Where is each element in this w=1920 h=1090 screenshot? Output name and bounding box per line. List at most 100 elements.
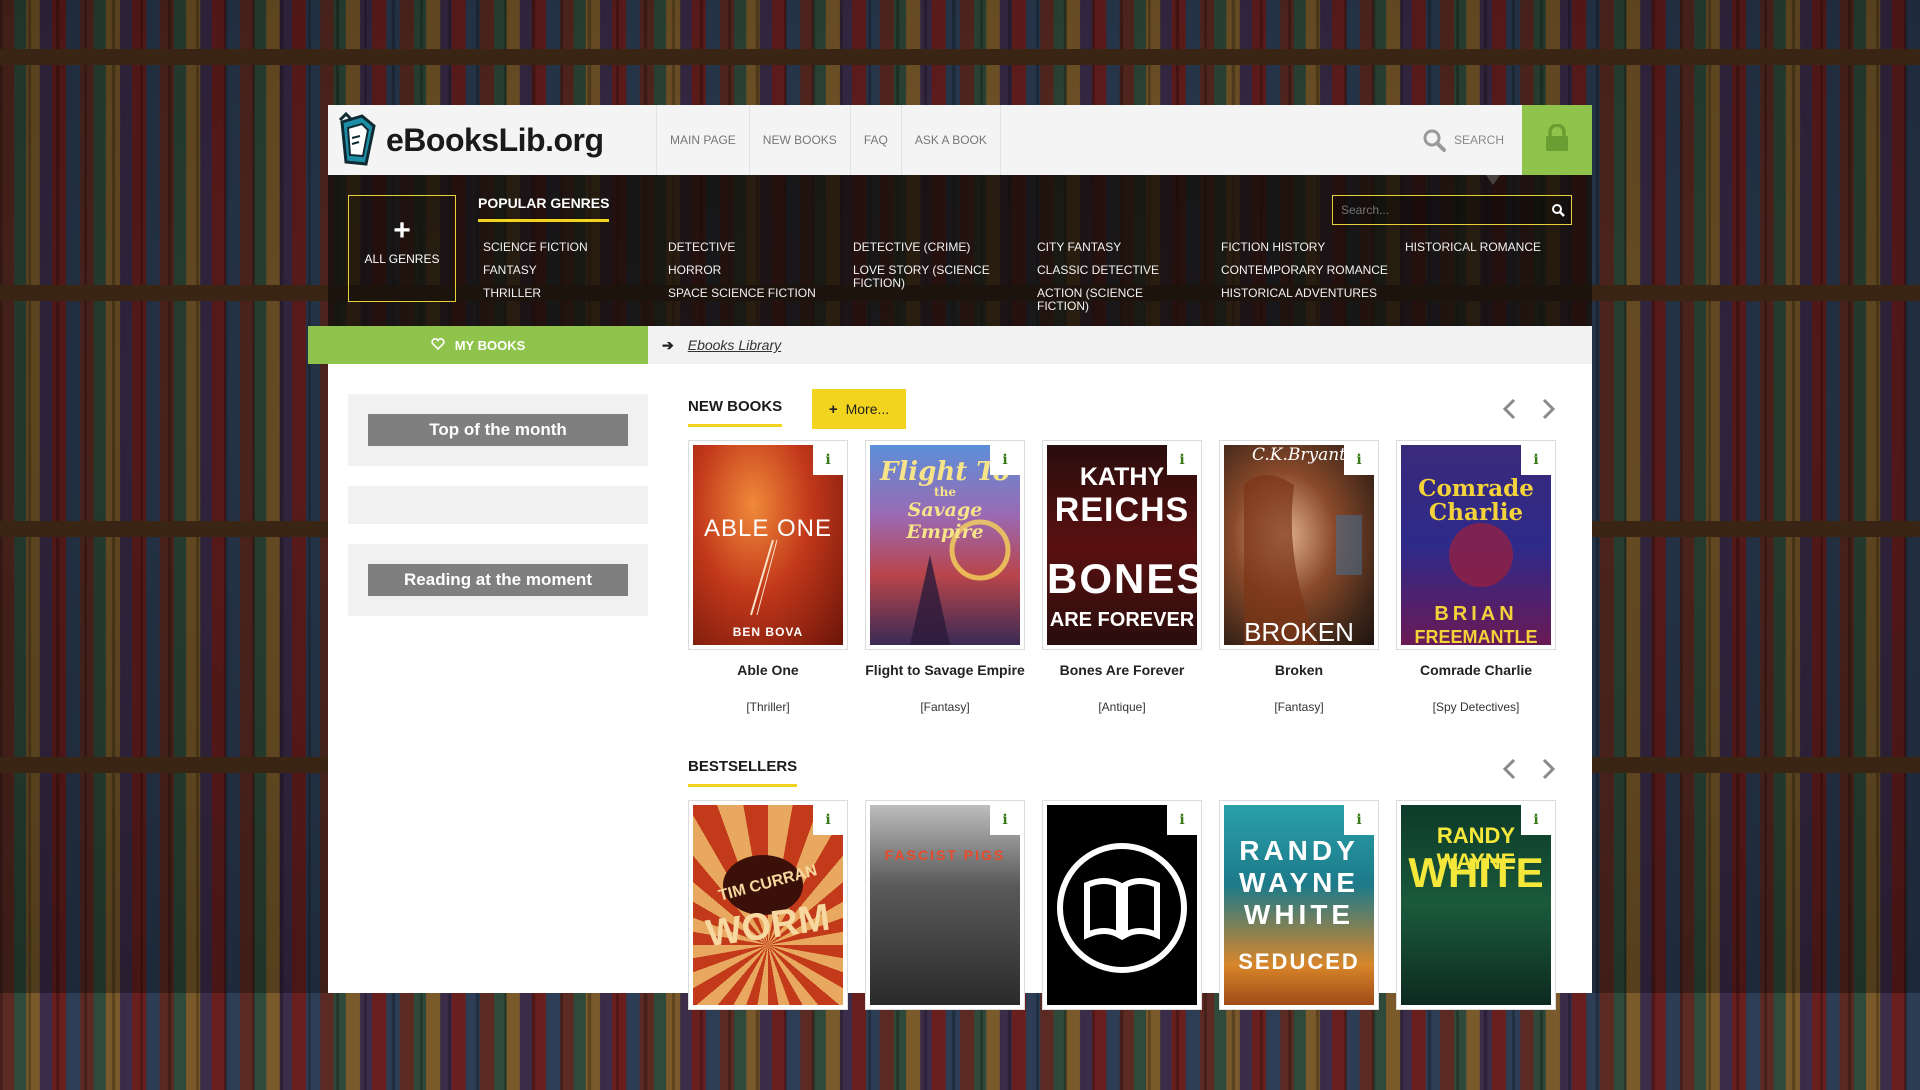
search-submit-icon[interactable] xyxy=(1551,203,1565,217)
genre-link[interactable]: HISTORICAL ROMANCE xyxy=(1405,241,1555,254)
book-title[interactable]: Broken xyxy=(1219,662,1379,678)
book-cover[interactable]: Comrade Charlie BRIAN FREEMANTLE xyxy=(1401,445,1551,645)
genre-link[interactable]: DETECTIVE (CRIME) xyxy=(853,241,988,254)
bestsellers-list: TIM CURRAN WORM i FASCIST PIGS i i RANDY… xyxy=(688,800,1560,1090)
site-container: eBooksLib.org MAIN PAGE NEW BOOKS FAQ AS… xyxy=(308,105,1592,1010)
book-cover[interactable]: C.K.Bryant BROKEN xyxy=(1224,445,1374,645)
nav-ask-a-book[interactable]: ASK A BOOK xyxy=(902,105,1001,175)
book-title[interactable]: Able One xyxy=(688,662,848,678)
chevron-right-icon[interactable] xyxy=(1540,758,1558,780)
genre-link[interactable]: CONTEMPORARY ROMANCE xyxy=(1221,264,1391,277)
genre-link[interactable]: HISTORICAL ADVENTURES xyxy=(1221,287,1391,300)
genre-link[interactable]: SCIENCE FICTION xyxy=(483,241,618,254)
genre-link[interactable]: CITY FANTASY xyxy=(1037,241,1172,254)
cover-title: BROKEN xyxy=(1244,617,1354,645)
search-toggle[interactable]: SEARCH xyxy=(1422,105,1504,175)
book-cover[interactable]: RANDY WAYNE WHITE xyxy=(1401,805,1551,1005)
book-title[interactable]: Comrade Charlie xyxy=(1396,662,1556,678)
book-card[interactable]: Flight To the Savage Empire i Flight to … xyxy=(865,440,1025,714)
book-cover[interactable]: FASCIST PIGS xyxy=(870,805,1020,1005)
login-button[interactable] xyxy=(1522,105,1592,175)
info-icon[interactable]: i xyxy=(1344,805,1374,835)
book-card[interactable]: ABLE ONE BEN BOVA i Able One [Thriller] xyxy=(688,440,848,714)
genre-link[interactable]: SPACE SCIENCE FICTION xyxy=(668,287,828,300)
book-cover[interactable]: RANDY WAYNE WHITE SEDUCED xyxy=(1224,805,1374,1005)
cover-title: Charlie xyxy=(1428,499,1524,526)
breadcrumb: ➔ Ebooks Library xyxy=(648,326,1592,364)
book-genre[interactable]: [Antique] xyxy=(1042,700,1202,714)
plus-icon: + xyxy=(393,214,411,247)
book-cover[interactable] xyxy=(1047,805,1197,1005)
nav-new-books[interactable]: NEW BOOKS xyxy=(750,105,851,175)
genre-link[interactable]: LOVE STORY (SCIENCE FICTION) xyxy=(853,264,993,290)
lock-icon xyxy=(1544,122,1570,157)
book-card[interactable]: FASCIST PIGS i xyxy=(865,800,1025,1010)
new-books-title: NEW BOOKS xyxy=(688,398,783,427)
chevron-right-icon[interactable] xyxy=(1540,398,1558,420)
main-column: NEW BOOKS + More... ABLE ONE BEN BOVA i … xyxy=(688,389,1560,1090)
book-genre[interactable]: [Fantasy] xyxy=(865,700,1025,714)
info-icon[interactable]: i xyxy=(813,805,843,835)
search-input[interactable] xyxy=(1333,196,1549,224)
nav-faq[interactable]: FAQ xyxy=(851,105,902,175)
book-genre[interactable]: [Spy Detectives] xyxy=(1396,700,1556,714)
all-genres-button[interactable]: + ALL GENRES xyxy=(348,195,456,302)
bestsellers-header: BESTSELLERS xyxy=(688,754,1560,787)
site-logo[interactable]: eBooksLib.org xyxy=(336,111,604,169)
book-cover[interactable]: Flight To the Savage Empire xyxy=(870,445,1020,645)
genre-link[interactable]: CLASSIC DETECTIVE xyxy=(1037,264,1172,277)
book-genre[interactable]: [Fantasy] xyxy=(1219,700,1379,714)
book-title[interactable]: Flight to Savage Empire xyxy=(865,662,1025,678)
more-button[interactable]: + More... xyxy=(812,389,906,429)
sidebar: Top of the month Reading at the moment xyxy=(348,394,648,616)
book-card[interactable]: i xyxy=(1042,800,1202,1010)
main-nav: MAIN PAGE NEW BOOKS FAQ ASK A BOOK xyxy=(656,105,1001,175)
more-label: More... xyxy=(845,401,890,417)
genre-link[interactable]: FICTION HISTORY xyxy=(1221,241,1356,254)
nav-main-page[interactable]: MAIN PAGE xyxy=(656,105,750,175)
genre-link[interactable]: THRILLER xyxy=(483,287,618,300)
info-icon[interactable]: i xyxy=(1167,445,1197,475)
book-card[interactable]: Comrade Charlie BRIAN FREEMANTLE i Comra… xyxy=(1396,440,1556,714)
book-cover[interactable]: TIM CURRAN WORM xyxy=(693,805,843,1005)
book-cover[interactable]: KATHY REICHS BONES ARE FOREVER xyxy=(1047,445,1197,645)
info-icon[interactable]: i xyxy=(813,445,843,475)
info-icon[interactable]: i xyxy=(1521,445,1551,475)
book-cover-frame: TIM CURRAN WORM i xyxy=(688,800,848,1010)
book-cover[interactable]: ABLE ONE BEN BOVA xyxy=(693,445,843,645)
sidebar-empty-block xyxy=(348,486,648,524)
info-icon[interactable]: i xyxy=(1521,805,1551,835)
book-card[interactable]: TIM CURRAN WORM i xyxy=(688,800,848,1010)
book-cover-frame: RANDY WAYNE WHITE i xyxy=(1396,800,1556,1010)
info-icon[interactable]: i xyxy=(1167,805,1197,835)
genre-link[interactable]: FANTASY xyxy=(483,264,618,277)
genre-link[interactable]: DETECTIVE xyxy=(668,241,803,254)
book-card[interactable]: RANDY WAYNE WHITE SEDUCED i xyxy=(1219,800,1379,1010)
breadcrumb-link[interactable]: Ebooks Library xyxy=(688,337,781,353)
book-card[interactable]: KATHY REICHS BONES ARE FOREVER i Bones A… xyxy=(1042,440,1202,714)
header-bar: eBooksLib.org MAIN PAGE NEW BOOKS FAQ AS… xyxy=(328,105,1592,175)
book-title[interactable]: Bones Are Forever xyxy=(1042,662,1202,678)
top-month-heading: Top of the month xyxy=(368,414,628,446)
book-card[interactable]: RANDY WAYNE WHITE i xyxy=(1396,800,1556,1010)
cover-author: REICHS xyxy=(1054,491,1190,529)
book-cover-frame: KATHY REICHS BONES ARE FOREVER i xyxy=(1042,440,1202,650)
genre-link[interactable]: ACTION (SCIENCE FICTION) xyxy=(1037,287,1197,313)
search-box xyxy=(1332,195,1572,225)
cover-title: Comrade xyxy=(1418,475,1534,502)
cover-title: the xyxy=(934,485,956,499)
my-books-button[interactable]: MY BOOKS xyxy=(308,326,648,364)
info-icon[interactable]: i xyxy=(1344,445,1374,475)
book-cover-frame: RANDY WAYNE WHITE SEDUCED i xyxy=(1219,800,1379,1010)
chevron-left-icon[interactable] xyxy=(1500,758,1518,780)
info-icon[interactable]: i xyxy=(990,445,1020,475)
book-card[interactable]: C.K.Bryant BROKEN i Broken [Fantasy] xyxy=(1219,440,1379,714)
new-books-header: NEW BOOKS + More... xyxy=(688,389,1560,429)
book-genre[interactable]: [Thriller] xyxy=(688,700,848,714)
open-book-icon xyxy=(1057,843,1187,973)
info-icon[interactable]: i xyxy=(990,805,1020,835)
all-genres-label: ALL GENRES xyxy=(364,252,440,266)
chevron-left-icon[interactable] xyxy=(1500,398,1518,420)
cover-title: Savage Empire xyxy=(906,499,984,543)
genre-link[interactable]: HORROR xyxy=(668,264,803,277)
